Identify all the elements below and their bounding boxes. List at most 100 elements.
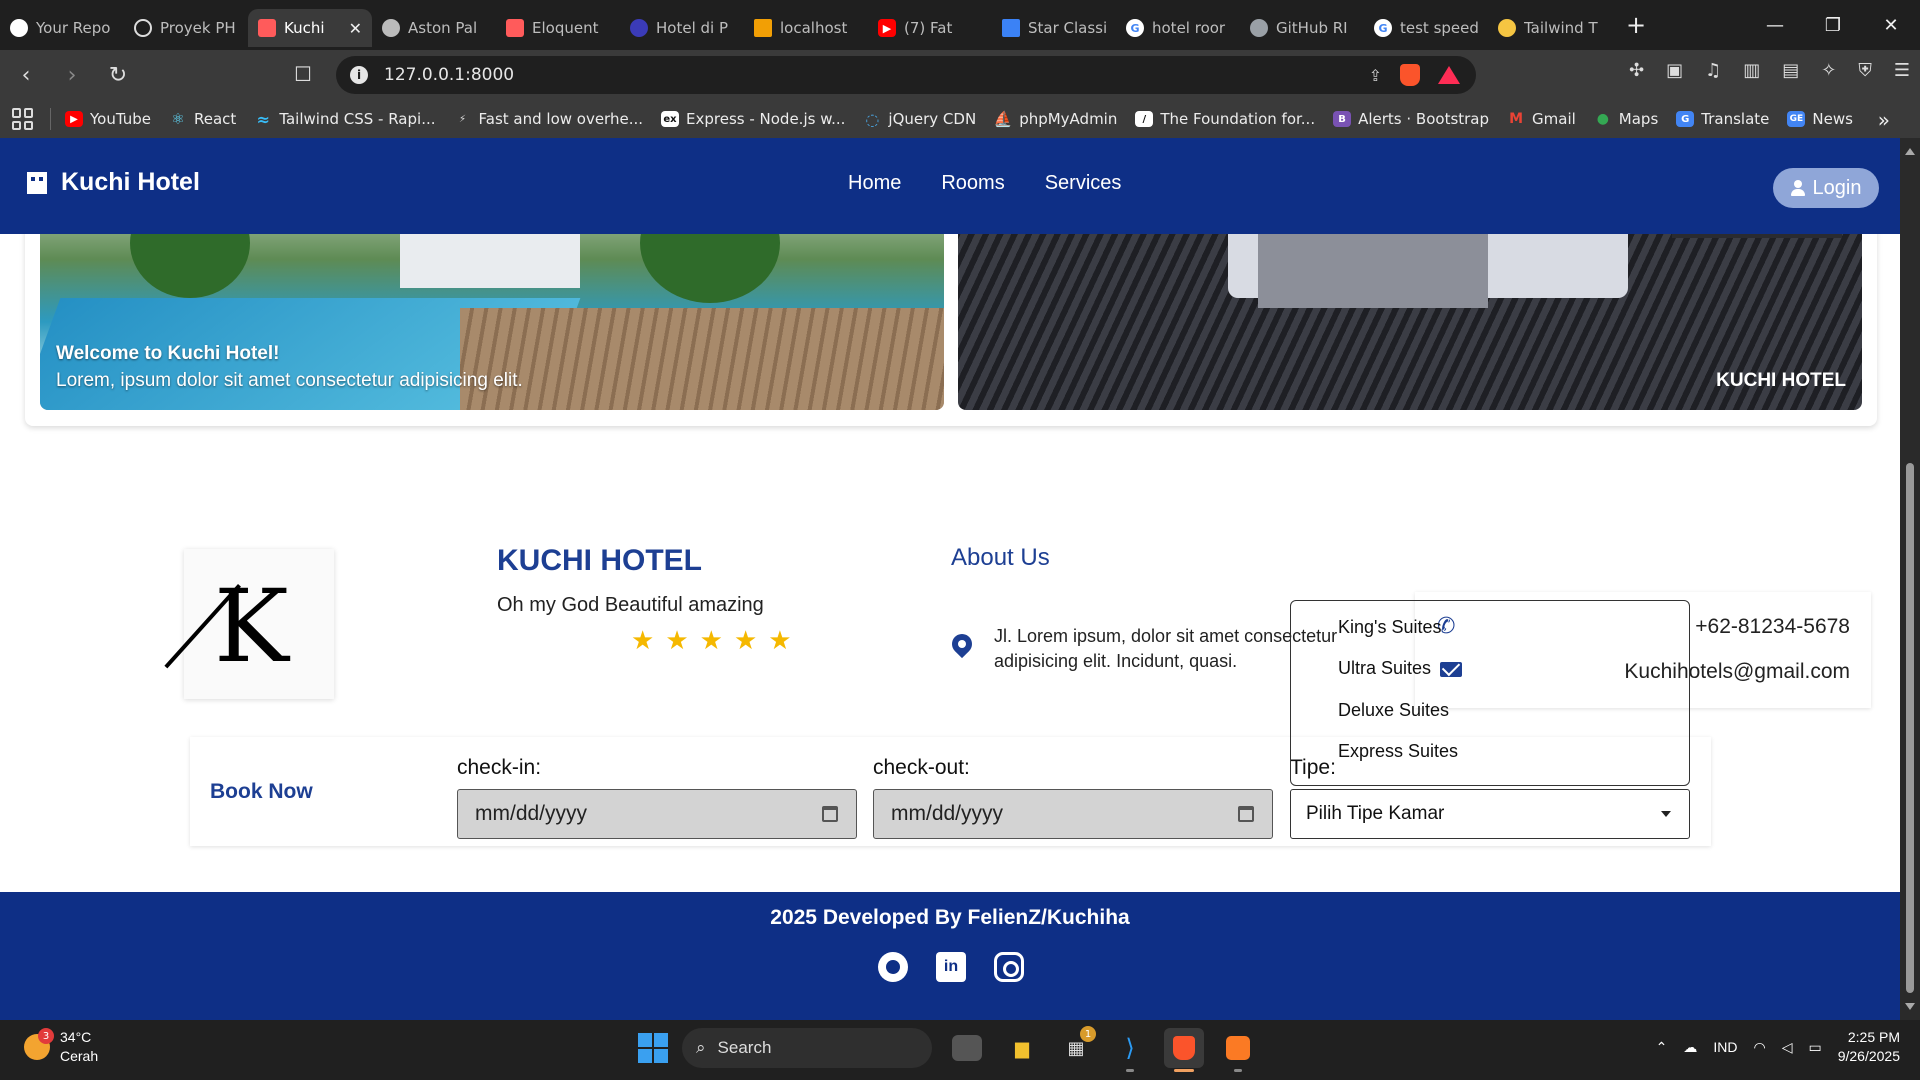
vscode-icon[interactable]: ⟩ bbox=[1110, 1028, 1150, 1072]
bookmark-react[interactable]: ⚛ React bbox=[169, 110, 236, 128]
extensions-icon[interactable]: ✣ bbox=[1629, 60, 1644, 81]
calendar-icon[interactable] bbox=[1238, 806, 1254, 822]
scroll-down-icon[interactable] bbox=[1905, 1003, 1915, 1010]
brave-shields-icon[interactable] bbox=[1400, 64, 1420, 86]
more-bookmarks-icon[interactable]: » bbox=[1878, 108, 1890, 132]
room-type-option[interactable]: Deluxe Suites bbox=[1338, 700, 1449, 721]
page-scrollbar[interactable] bbox=[1900, 138, 1920, 1020]
url-input[interactable]: i 127.0.0.1:8000 ⇪ bbox=[336, 56, 1476, 94]
slide-caption: KUCHI HOTEL bbox=[1716, 370, 1846, 391]
bookmark-jquery[interactable]: ◌ jQuery CDN bbox=[863, 110, 976, 129]
scrollbar-thumb[interactable] bbox=[1906, 463, 1914, 993]
room-type-option[interactable]: Ultra Suites bbox=[1338, 658, 1431, 679]
bookmark-gmail[interactable]: M Gmail bbox=[1507, 110, 1576, 128]
browser-tab[interactable]: Ghotel roor bbox=[1116, 9, 1240, 47]
bookmark-translate[interactable]: G Translate bbox=[1676, 110, 1769, 128]
github-icon[interactable] bbox=[878, 952, 908, 982]
site-info-icon[interactable]: i bbox=[350, 66, 368, 84]
linkedin-icon[interactable]: in bbox=[936, 952, 966, 982]
reload-icon[interactable]: ↻ bbox=[98, 55, 138, 95]
leo-ai-icon[interactable]: ✧ bbox=[1821, 60, 1836, 81]
new-tab-button[interactable]: + bbox=[1626, 11, 1646, 39]
volume-icon[interactable]: ◁ bbox=[1782, 1039, 1793, 1056]
brave-rewards-icon[interactable] bbox=[1438, 66, 1460, 84]
login-button[interactable]: Login bbox=[1773, 168, 1879, 208]
language-indicator[interactable]: IND bbox=[1713, 1039, 1737, 1055]
bookmark-youtube[interactable]: ▶ YouTube bbox=[65, 110, 151, 128]
back-icon[interactable]: ‹ bbox=[6, 55, 46, 95]
caret-down-icon bbox=[1661, 811, 1671, 817]
xampp-icon[interactable] bbox=[1218, 1028, 1258, 1072]
instagram-icon[interactable] bbox=[994, 952, 1024, 982]
room-type-option[interactable]: King's Suites bbox=[1338, 617, 1442, 638]
forward-icon[interactable]: › bbox=[52, 55, 92, 95]
nav-services[interactable]: Services bbox=[1045, 172, 1122, 195]
bookmark-fastify[interactable]: ⚡ Fast and low overhe... bbox=[454, 110, 643, 128]
media-icon[interactable]: ♫ bbox=[1705, 60, 1721, 81]
onedrive-icon[interactable]: ☁ bbox=[1683, 1039, 1697, 1056]
browser-tab[interactable]: GitHub RI bbox=[1240, 9, 1364, 47]
browser-tab[interactable]: Tailwind T bbox=[1488, 9, 1612, 47]
address-bar-row: ‹ › ↻ ☐ i 127.0.0.1:8000 ⇪ ✣ ▣ ♫ ▥ ▤ ✧ ⛨… bbox=[0, 50, 1920, 100]
wifi-icon[interactable]: ◠ bbox=[1753, 1039, 1765, 1056]
star-icon: ★ bbox=[733, 626, 758, 656]
globe-icon bbox=[382, 19, 400, 37]
browser-tab[interactable]: ▶ (7) Fat bbox=[868, 9, 992, 47]
screenshot-icon[interactable]: ▣ bbox=[1666, 60, 1683, 81]
browser-tab[interactable]: Aston Pal bbox=[372, 9, 496, 47]
browser-tab[interactable]: Gtest speed bbox=[1364, 9, 1488, 47]
checkin-date-input[interactable]: mm/dd/yyyy bbox=[457, 789, 857, 839]
bookmark-foundation[interactable]: / The Foundation for... bbox=[1135, 110, 1315, 128]
weather-widget[interactable]: 3 34°C Cerah bbox=[24, 1028, 98, 1066]
browser-tab[interactable]: Proyek PH bbox=[124, 9, 248, 47]
restore-icon[interactable]: ❐ bbox=[1804, 0, 1862, 50]
apps-grid-icon[interactable] bbox=[12, 108, 34, 130]
room-type-dropdown-list: King's Suites Ultra Suites Deluxe Suites… bbox=[1290, 600, 1690, 786]
file-explorer-icon[interactable]: ▆ bbox=[1002, 1028, 1042, 1068]
scroll-up-icon[interactable] bbox=[1905, 148, 1915, 155]
phone-number: +62-81234-5678 bbox=[1695, 615, 1850, 638]
battery-icon[interactable]: ▭ bbox=[1808, 1039, 1821, 1056]
bookmark-phpmyadmin[interactable]: ⛵ phpMyAdmin bbox=[994, 110, 1118, 128]
clock[interactable]: 2:25 PM 9/26/2025 bbox=[1838, 1028, 1900, 1066]
checkout-date-input[interactable]: mm/dd/yyyy bbox=[873, 789, 1273, 839]
browser-tab[interactable]: Eloquent bbox=[496, 9, 620, 47]
laravel-icon bbox=[258, 19, 276, 37]
bookmark-page-icon[interactable]: ☐ bbox=[294, 62, 312, 86]
share-icon[interactable]: ⇪ bbox=[1369, 66, 1382, 85]
youtube-icon: ▶ bbox=[878, 19, 896, 37]
browser-tab[interactable]: Your Repo bbox=[0, 9, 124, 47]
bookmark-express[interactable]: ex Express - Node.js w... bbox=[661, 110, 845, 128]
start-windows-icon[interactable] bbox=[638, 1033, 668, 1063]
browser-tab[interactable]: localhost bbox=[744, 9, 868, 47]
show-hidden-icons[interactable]: ⌃ bbox=[1656, 1039, 1668, 1056]
bookmark-maps[interactable]: ● Maps bbox=[1594, 110, 1659, 128]
bookmark-bootstrap[interactable]: B Alerts · Bootstrap bbox=[1333, 110, 1489, 128]
close-window-icon[interactable]: ✕ bbox=[1862, 0, 1920, 50]
wallet-icon[interactable]: ▤ bbox=[1782, 60, 1799, 81]
browser-tab[interactable]: Star Classi bbox=[992, 9, 1116, 47]
nav-rooms[interactable]: Rooms bbox=[941, 172, 1004, 195]
bookmark-tailwind[interactable]: ≈ Tailwind CSS - Rapi... bbox=[254, 110, 436, 129]
bootstrap-icon: B bbox=[1333, 111, 1352, 127]
task-view-icon[interactable] bbox=[952, 1035, 982, 1061]
ms-store-icon[interactable]: ▦ 1 bbox=[1056, 1026, 1096, 1068]
browser-tab-active[interactable]: Kuchi ✕ bbox=[248, 9, 372, 47]
bookmark-news[interactable]: GE News bbox=[1787, 110, 1853, 128]
social-links: in bbox=[878, 952, 1024, 982]
browser-tab-bar: Your Repo Proyek PH Kuchi ✕ Aston Pal Elo… bbox=[0, 0, 1920, 50]
nav-home[interactable]: Home bbox=[848, 172, 901, 195]
close-tab-icon[interactable]: ✕ bbox=[349, 19, 362, 38]
vpn-icon[interactable]: ⛨ bbox=[1858, 60, 1872, 81]
sidebar-icon[interactable]: ▥ bbox=[1743, 60, 1760, 81]
browser-tab[interactable]: Hotel di P bbox=[620, 9, 744, 47]
room-type-select[interactable]: Pilih Tipe Kamar bbox=[1290, 789, 1690, 839]
calendar-icon[interactable] bbox=[822, 806, 838, 822]
room-type-option[interactable]: Express Suites bbox=[1338, 741, 1458, 762]
minimize-icon[interactable]: — bbox=[1746, 0, 1804, 50]
brave-browser-icon[interactable] bbox=[1164, 1028, 1204, 1072]
taskbar-search[interactable]: ⌕ Search bbox=[682, 1028, 932, 1068]
running-indicator bbox=[1234, 1069, 1242, 1072]
menu-icon[interactable]: ☰ bbox=[1894, 60, 1910, 81]
site-brand[interactable]: Kuchi Hotel bbox=[27, 168, 200, 197]
